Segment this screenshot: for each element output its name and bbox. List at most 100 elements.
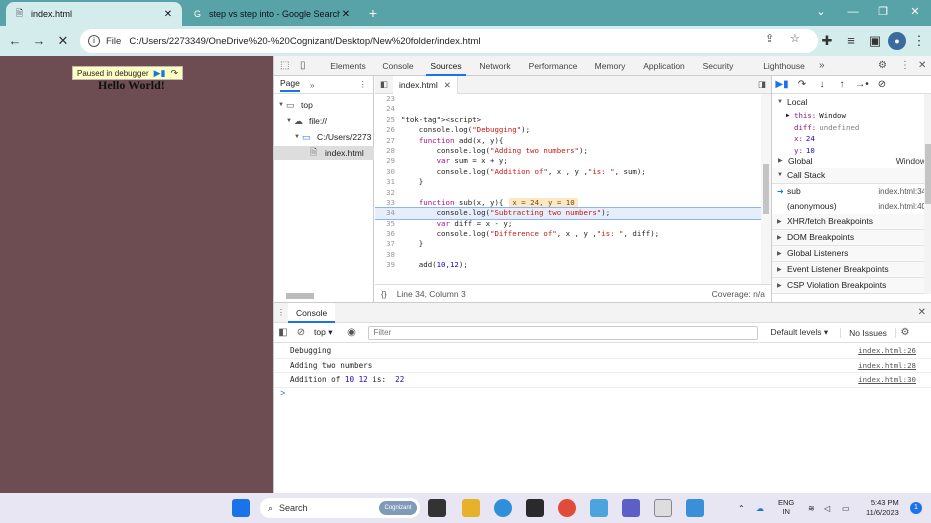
- code-line[interactable]: 30 console.log("Addition of", x , y ,"is…: [375, 167, 761, 177]
- step-icon[interactable]: →•: [852, 79, 872, 90]
- console-prompt[interactable]: >: [274, 388, 931, 402]
- tab-sources[interactable]: Sources: [426, 56, 466, 76]
- menu-kebab-icon[interactable]: ⋮: [910, 32, 928, 50]
- scroll-thumb[interactable]: [925, 144, 931, 204]
- scope-diff[interactable]: diff: undefined: [772, 122, 931, 134]
- code-line[interactable]: 28 console.log("Adding two numbers");: [375, 146, 761, 156]
- tab-index-html[interactable]: 🗎 index.html ✕: [6, 2, 182, 26]
- close-window-icon[interactable]: ✕: [902, 3, 928, 21]
- url-text[interactable]: C:/Users/2273349/OneDrive%20-%20Cognizan…: [129, 36, 480, 47]
- line-number[interactable]: 33: [375, 198, 401, 208]
- close-devtools-icon[interactable]: ✕: [918, 60, 926, 71]
- app-icon[interactable]: [686, 499, 704, 517]
- console-settings-gear-icon[interactable]: ⚙: [896, 327, 914, 338]
- new-tab-button[interactable]: +: [364, 4, 382, 22]
- step-out-icon[interactable]: ↑: [832, 79, 852, 90]
- message-source-link[interactable]: index.html:28: [858, 361, 916, 370]
- scope-this[interactable]: ▶ this: Window: [772, 110, 931, 122]
- code-line[interactable]: 39 add(10,12);: [375, 260, 761, 270]
- tab-memory[interactable]: Memory: [590, 56, 630, 76]
- log-levels-dropdown[interactable]: Default levels ▾: [764, 327, 834, 338]
- frame-location[interactable]: index.html:34: [878, 187, 926, 196]
- tab-elements[interactable]: Elements: [326, 56, 370, 76]
- clear-console-icon[interactable]: ⊘: [292, 327, 310, 338]
- tab-page[interactable]: Page: [280, 78, 300, 92]
- drawer-tab-console[interactable]: Console: [288, 302, 336, 323]
- step-over-icon[interactable]: ↷: [792, 79, 812, 90]
- sidebar-toggle-icon[interactable]: ◧: [274, 327, 292, 338]
- xhr-breakpoints-header[interactable]: ▶ XHR/fetch Breakpoints: [772, 213, 931, 230]
- code-line[interactable]: 25 "tok-tag"><script>: [375, 115, 761, 125]
- media-icon[interactable]: ≡: [842, 32, 860, 50]
- file-explorer-icon[interactable]: [462, 499, 480, 517]
- taskbar-search[interactable]: ⌕ Search Cognizant: [260, 498, 420, 518]
- devtools-kebab-icon[interactable]: ⋮: [900, 60, 910, 71]
- task-view-icon[interactable]: [428, 499, 446, 517]
- tray-overflow-icon[interactable]: ⌃: [738, 493, 745, 523]
- line-number[interactable]: 29: [375, 156, 401, 166]
- line-number[interactable]: 27: [375, 136, 401, 146]
- call-stack-header[interactable]: ▼ Call Stack: [772, 167, 931, 184]
- edge-icon[interactable]: [494, 499, 512, 517]
- line-number[interactable]: 28: [375, 146, 401, 156]
- onedrive-icon[interactable]: ☁: [756, 493, 764, 523]
- code-line[interactable]: 24: [375, 104, 761, 114]
- issues-button[interactable]: No Issues: [840, 327, 896, 338]
- code-line[interactable]: 27 function add(x, y){: [375, 136, 761, 146]
- code-line[interactable]: 29 var sum = x + y;: [375, 156, 761, 166]
- restore-icon[interactable]: ❐: [870, 3, 896, 21]
- toggle-debugger-icon[interactable]: ◨: [753, 79, 771, 90]
- code-line[interactable]: 31 }: [375, 177, 761, 187]
- call-frame-anonymous[interactable]: (anonymous) index.html:40: [772, 199, 931, 214]
- context-selector[interactable]: top ▾: [314, 327, 342, 338]
- scroll-thumb[interactable]: [286, 293, 314, 299]
- line-number[interactable]: 38: [375, 250, 401, 260]
- store-icon[interactable]: [526, 499, 544, 517]
- inspect-icon[interactable]: ⬚: [280, 60, 289, 71]
- more-tabs-icon[interactable]: »: [310, 80, 315, 90]
- close-icon[interactable]: ✕: [162, 9, 174, 20]
- tree-item-index-html[interactable]: 🗎 index.html: [274, 146, 374, 160]
- line-number[interactable]: 24: [375, 104, 401, 114]
- chrome-icon[interactable]: [558, 499, 576, 517]
- line-number[interactable]: 36: [375, 229, 401, 239]
- code-line[interactable]: 32: [375, 188, 761, 198]
- current-execution-line[interactable]: 34 console.log("Subtracting two numbers"…: [375, 207, 761, 220]
- code-line[interactable]: 36 console.log("Difference of", x , y ,"…: [375, 229, 761, 239]
- clock[interactable]: 5:43 PM 11/6/2023: [866, 498, 899, 518]
- back-button[interactable]: ←: [6, 32, 24, 50]
- avatar[interactable]: ●: [888, 32, 906, 50]
- tab-google-search[interactable]: G step vs step into - Google Search ✕: [184, 2, 360, 26]
- code-line[interactable]: 37 }: [375, 239, 761, 249]
- line-number[interactable]: 32: [375, 188, 401, 198]
- event-listener-breakpoints-header[interactable]: ▶ Event Listener Breakpoints: [772, 261, 931, 278]
- gear-icon[interactable]: ⚙: [878, 60, 887, 71]
- global-listeners-header[interactable]: ▶ Global Listeners: [772, 245, 931, 262]
- scope-x[interactable]: x: 24: [772, 133, 931, 145]
- stop-button[interactable]: ✕: [54, 32, 72, 50]
- console-filter-input[interactable]: [368, 325, 759, 340]
- device-toolbar-icon[interactable]: ▯: [300, 60, 306, 71]
- csp-violation-breakpoints-header[interactable]: ▶ CSP Violation Breakpoints: [772, 277, 931, 294]
- eye-icon[interactable]: ◉: [342, 327, 360, 338]
- app-icon[interactable]: [590, 499, 608, 517]
- language-indicator[interactable]: ENG IN: [778, 498, 794, 516]
- line-number[interactable]: 39: [375, 260, 401, 270]
- frame-location[interactable]: index.html:40: [878, 202, 926, 211]
- extensions-icon[interactable]: ✚: [818, 32, 836, 50]
- navigator-scrollbar[interactable]: [276, 292, 370, 300]
- message-source-link[interactable]: index.html:30: [858, 375, 916, 384]
- pretty-print-icon[interactable]: {}: [381, 289, 387, 299]
- code-line[interactable]: 38: [375, 250, 761, 260]
- address-bar[interactable]: i File C:/Users/2273349/OneDrive%20-%20C…: [80, 29, 818, 53]
- share-icon[interactable]: ⇪: [765, 32, 774, 45]
- kebab-icon[interactable]: ⋮: [359, 79, 368, 90]
- tree-item-top[interactable]: ▼ ▭ top: [274, 98, 374, 112]
- code-line[interactable]: 23: [375, 94, 761, 104]
- line-number[interactable]: 26: [375, 125, 401, 135]
- tab-application[interactable]: Application: [638, 56, 690, 76]
- scope-global-header[interactable]: ▶ Global Window: [772, 156, 931, 168]
- tab-console[interactable]: Console: [378, 56, 418, 76]
- tab-lighthouse[interactable]: Lighthouse: [758, 56, 810, 76]
- line-number[interactable]: 25: [375, 115, 401, 125]
